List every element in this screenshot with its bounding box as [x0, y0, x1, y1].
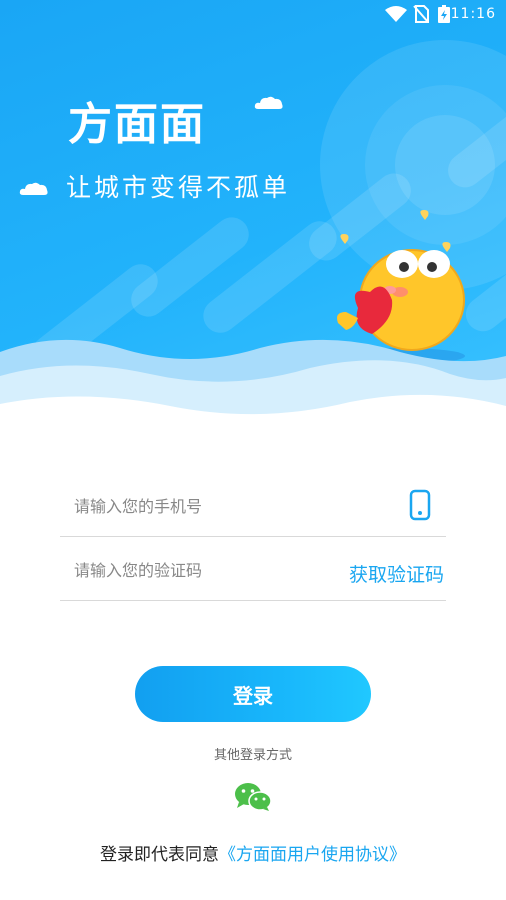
agreement-text: 登录即代表同意《方面面用户使用协议》 [0, 840, 506, 865]
cloud-icon [254, 96, 283, 109]
hero-wave [0, 339, 506, 440]
status-bar: 11:16 [0, 0, 506, 28]
hero-banner: 11:16 方面面 让城市变得不孤单 [0, 0, 506, 440]
app-logo: 方面面 [68, 99, 206, 150]
get-code-button[interactable]: 获取验证码 [349, 560, 444, 587]
cloud-icon [19, 182, 48, 195]
no-sim-icon [413, 5, 429, 23]
wifi-icon [385, 6, 407, 22]
agreement-link[interactable]: 《方面面用户使用协议》 [219, 845, 406, 865]
login-button[interactable]: 登录 [135, 666, 371, 722]
phone-icon [409, 489, 431, 521]
battery-icon [438, 5, 450, 23]
code-input[interactable] [72, 554, 336, 586]
phone-field [60, 474, 446, 537]
app-slogan: 让城市变得不孤单 [66, 173, 291, 202]
agreement-prefix: 登录即代表同意 [100, 845, 219, 865]
other-login-label: 其他登录方式 [213, 748, 292, 763]
code-field: 获取验证码 [60, 538, 446, 601]
phone-input[interactable] [72, 490, 336, 522]
status-time: 11:16 [450, 6, 496, 22]
wechat-icon[interactable] [234, 782, 272, 812]
